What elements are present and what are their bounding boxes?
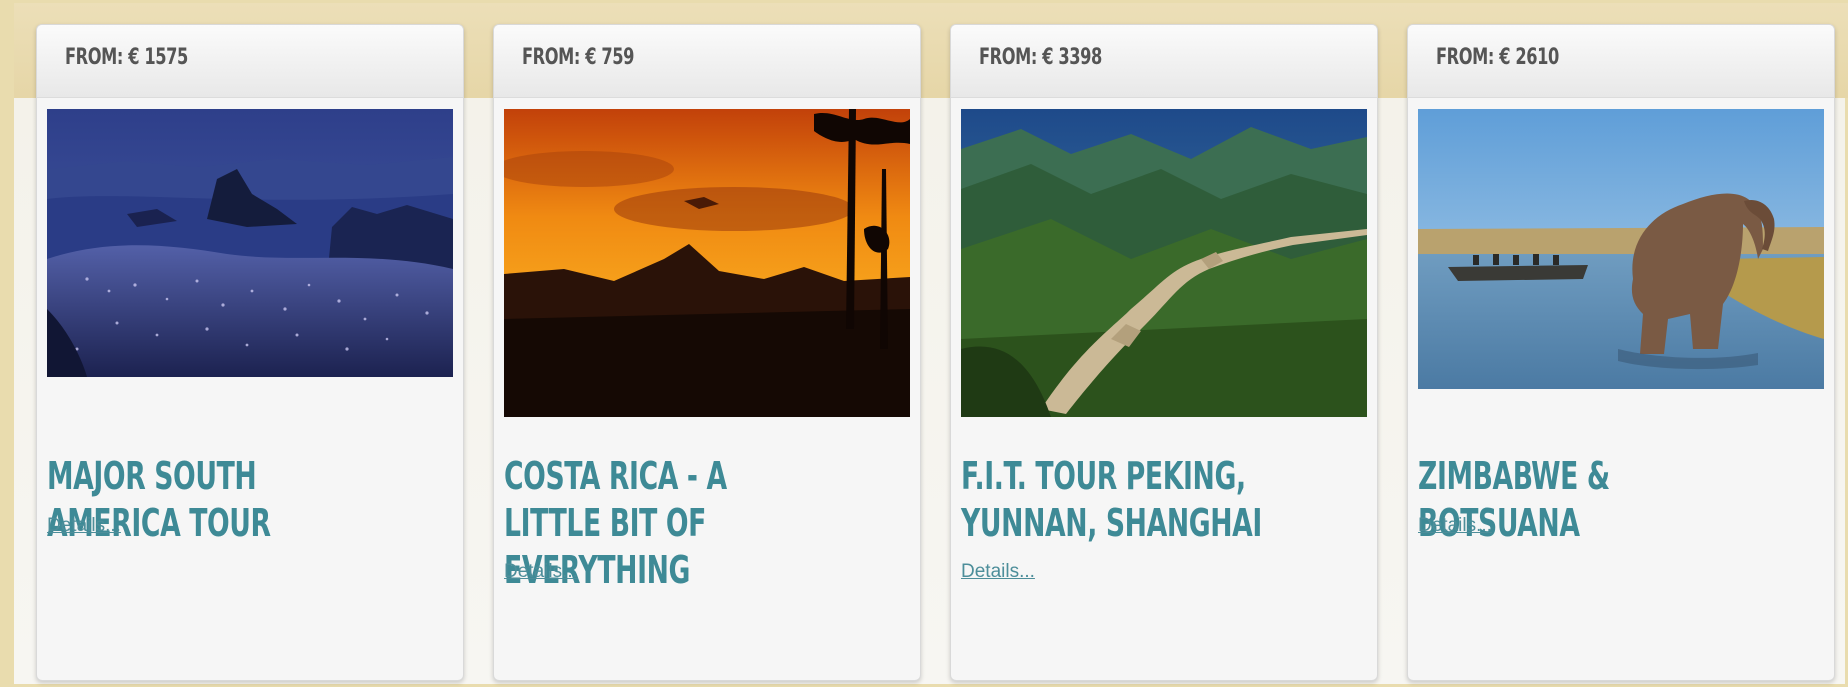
details-link[interactable]: Details... [504,561,578,583]
tour-title[interactable]: F.I.T. TOUR PEKING, YUNNAN, SHANGHAI [961,453,1289,547]
card-price-header: FROM: € 2610 [1408,25,1834,98]
card-price-header: FROM: € 1575 [37,25,463,98]
card-price-header: FROM: € 3398 [951,25,1377,98]
details-link[interactable]: Details... [47,515,121,537]
rio-de-janeiro-photo[interactable] [47,109,453,377]
details-link[interactable]: Details... [1418,515,1492,537]
price-label: FROM: € 2610 [1436,45,1559,70]
elephant-river-photo[interactable] [1418,109,1824,389]
tour-card[interactable]: FROM: € 759 COSTA RICA - A LITTLE BIT OF… [493,24,921,681]
great-wall-photo[interactable] [961,109,1367,417]
details-link[interactable]: Details... [961,561,1035,583]
costa-rica-sunset-photo[interactable] [504,109,910,417]
price-label: FROM: € 3398 [979,45,1102,70]
card-price-header: FROM: € 759 [494,25,920,98]
tour-card[interactable]: FROM: € 2610 ZIMBABWE & BOTSUANA Details… [1407,24,1835,681]
price-label: FROM: € 1575 [65,45,188,70]
tour-card-list: FROM: € 1575 MAJOR SOUTH AMERICA TOUR De… [0,0,1848,687]
price-label: FROM: € 759 [522,45,634,70]
tour-card[interactable]: FROM: € 3398 F.I.T. TOUR PEKING, YUNNAN,… [950,24,1378,681]
tour-card[interactable]: FROM: € 1575 MAJOR SOUTH AMERICA TOUR De… [36,24,464,681]
